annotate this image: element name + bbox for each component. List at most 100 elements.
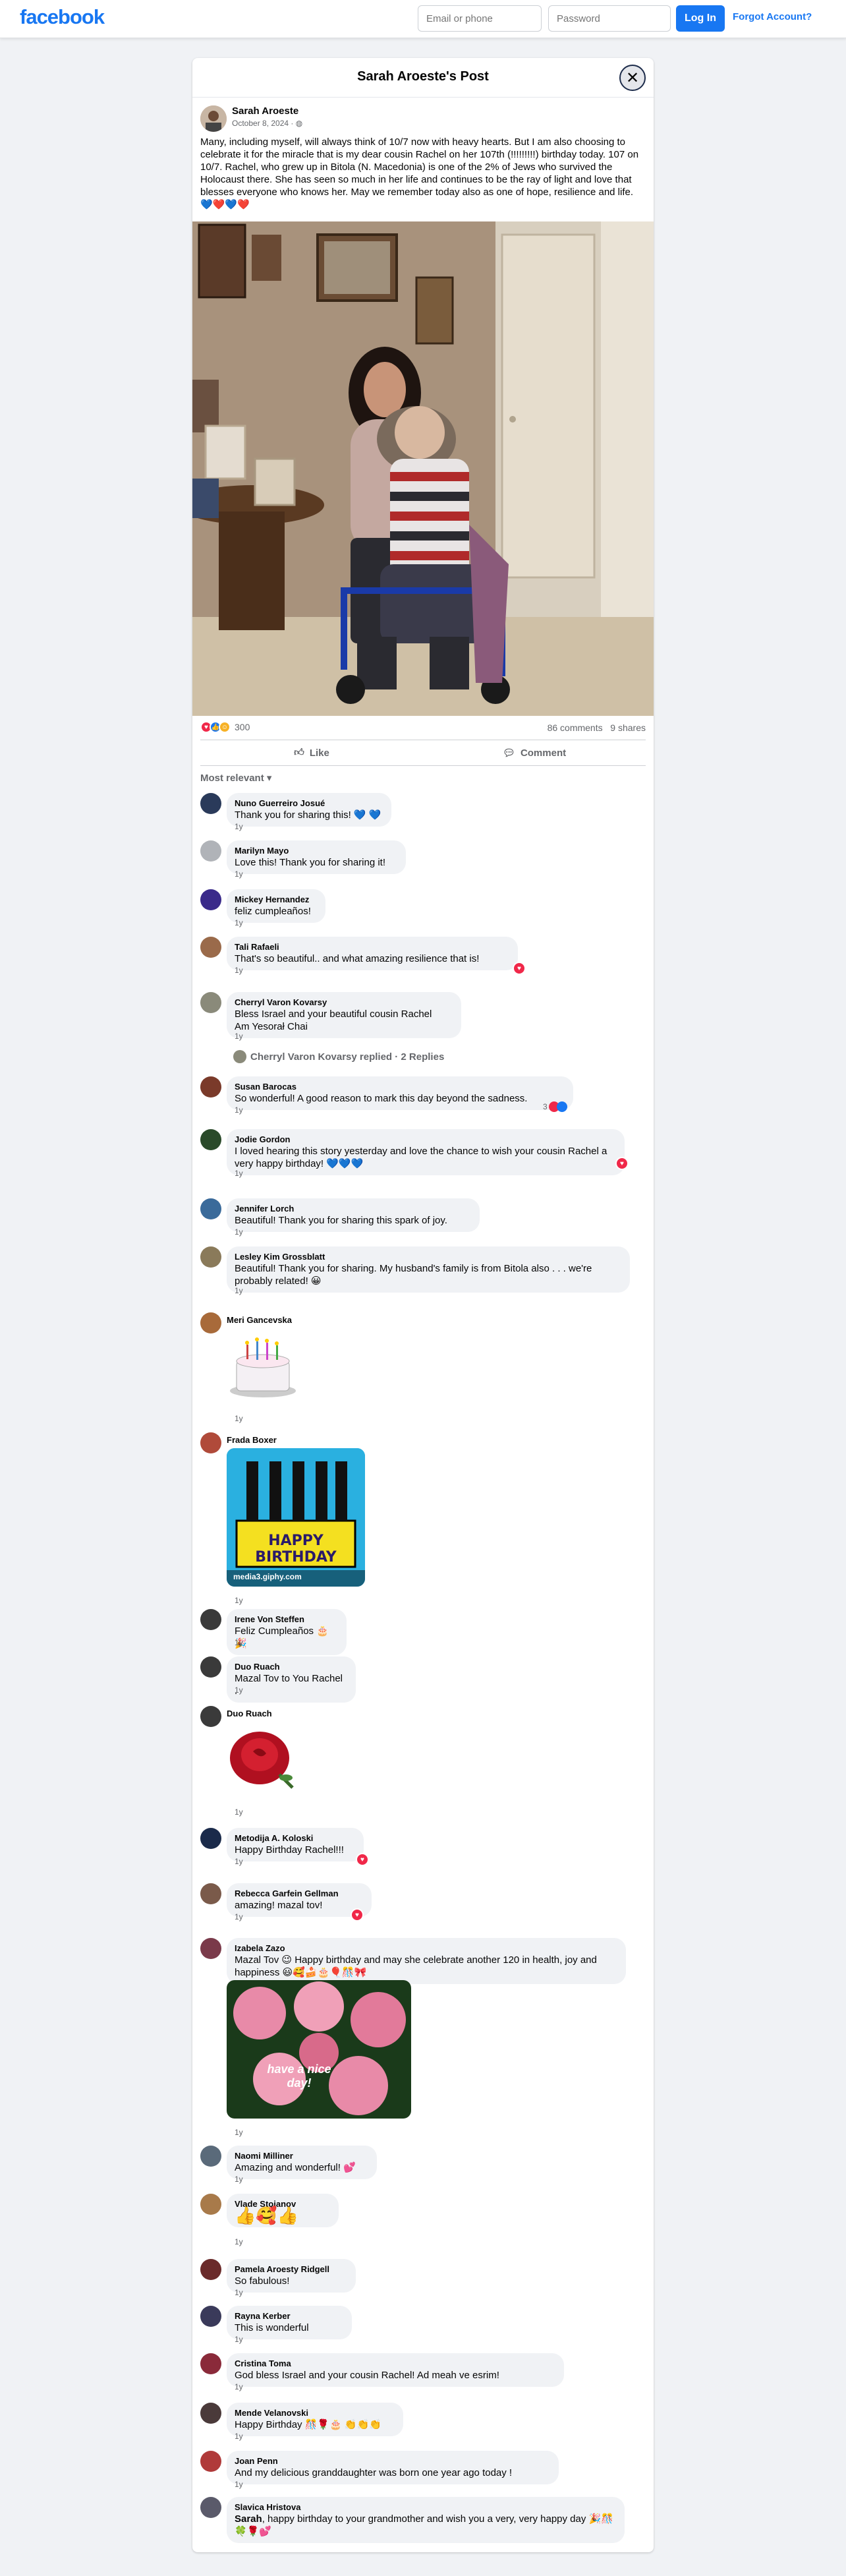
mention[interactable]: Sarah [235, 2513, 262, 2525]
commenter-avatar[interactable] [200, 2403, 221, 2424]
commenter-avatar[interactable] [200, 1609, 221, 1630]
comment-timestamp[interactable]: 1y [235, 1414, 243, 1423]
comment-timestamp[interactable]: 1y [235, 822, 243, 831]
comment-timestamp[interactable]: 1y [235, 1286, 243, 1295]
comment-timestamp[interactable]: 1y [235, 1685, 243, 1695]
commenter-name[interactable]: Nuno Guerreiro Josué [235, 798, 383, 809]
like-button[interactable]: 👍︎ Like [200, 740, 423, 765]
birthday-cake-sticker[interactable] [227, 1328, 299, 1404]
commenter-avatar[interactable] [200, 1076, 221, 1098]
comment-timestamp[interactable]: 1y [235, 2175, 243, 2184]
comment-timestamp[interactable]: 1y [235, 1638, 243, 1647]
comment-timestamp[interactable]: 1y [235, 1912, 243, 1921]
comment-timestamp[interactable]: 1y [235, 2128, 243, 2137]
commenter-name[interactable]: Meri Gancevska [227, 1315, 332, 1326]
author-name[interactable]: Sarah Aroeste [232, 105, 298, 117]
commenter-avatar[interactable] [200, 889, 221, 910]
commenter-name[interactable]: Izabela Zazo [235, 1943, 618, 1954]
comment-timestamp[interactable]: 1y [235, 966, 243, 975]
love-reaction-icon[interactable]: ♥ [351, 1908, 364, 1921]
flowers-image[interactable]: have a nice day! [227, 1980, 411, 2119]
commenter-avatar[interactable] [200, 2259, 221, 2280]
commenter-avatar[interactable] [200, 2353, 221, 2374]
comment-button[interactable]: 💬︎ Comment [423, 740, 646, 765]
love-reaction-icon[interactable]: ♥ [356, 1853, 369, 1866]
commenter-avatar[interactable] [200, 1706, 221, 1727]
comment-timestamp[interactable]: 1y [235, 1857, 243, 1866]
commenter-name[interactable]: Tali Rafaeli [235, 942, 510, 952]
forgot-account-link[interactable]: Forgot Account? [733, 11, 812, 22]
commenter-name[interactable]: Joan Penn [235, 2456, 551, 2467]
author-avatar[interactable] [200, 105, 227, 132]
comment-timestamp[interactable]: 1y [235, 2335, 243, 2344]
commenter-name[interactable]: Marilyn Mayo [235, 846, 398, 856]
commenter-name[interactable]: Metodija A. Koloski [235, 1833, 356, 1844]
love-reaction-icon[interactable]: ♥ [615, 1157, 629, 1170]
close-button[interactable]: ✕ [619, 65, 646, 91]
rose-sticker[interactable] [227, 1722, 299, 1798]
commenter-avatar[interactable] [200, 1312, 221, 1333]
comment-timestamp[interactable]: 1y [235, 2432, 243, 2441]
commenter-name[interactable]: Irene Von Steffen [235, 1614, 339, 1625]
commenter-name[interactable]: Duo Ruach [227, 1709, 319, 1719]
comment-timestamp[interactable]: 1y [235, 2480, 243, 2489]
shares-count[interactable]: 9 shares [610, 722, 646, 733]
comments-count[interactable]: 86 comments [548, 722, 603, 733]
commenter-avatar[interactable] [200, 1656, 221, 1678]
commenter-name[interactable]: Naomi Milliner [235, 2151, 369, 2161]
comment-timestamp[interactable]: 1y [235, 1032, 243, 1041]
comment-sort-dropdown[interactable]: Most relevant ▾ [200, 772, 271, 784]
comment-timestamp[interactable]: 1y [235, 2288, 243, 2297]
comment-timestamp[interactable]: 1y [235, 2237, 243, 2246]
commenter-name[interactable]: Mickey Hernandez [235, 894, 318, 905]
comment-timestamp[interactable]: 1y [235, 1105, 243, 1115]
comment-timestamp[interactable]: 1y [235, 1807, 243, 1817]
login-button[interactable]: Log In [676, 5, 725, 32]
commenter-avatar[interactable] [200, 1432, 221, 1453]
comment-timestamp[interactable]: 1y [235, 1169, 243, 1178]
commenter-name[interactable]: Lesley Kim Grossblatt [235, 1252, 622, 1262]
view-replies-link[interactable]: Cherryl Varon Kovarsy replied · 2 Replie… [233, 1050, 444, 1063]
password-input[interactable] [548, 5, 671, 32]
commenter-avatar[interactable] [200, 1246, 221, 1268]
commenter-avatar[interactable] [200, 793, 221, 814]
commenter-avatar[interactable] [200, 1198, 221, 1219]
commenter-avatar[interactable] [200, 1938, 221, 1959]
comment-timestamp[interactable]: 1y [235, 869, 243, 879]
commenter-avatar[interactable] [200, 1828, 221, 1849]
commenter-avatar[interactable] [200, 2194, 221, 2215]
comment-reactions[interactable]: 3 [543, 1101, 567, 1112]
post-date[interactable]: October 8, 2024 · ◍ [232, 119, 302, 128]
commenter-avatar[interactable] [200, 2497, 221, 2518]
comment-timestamp[interactable]: 1y [235, 918, 243, 927]
commenter-avatar[interactable] [200, 2451, 221, 2472]
commenter-name[interactable]: Mende Velanovski [235, 2408, 395, 2418]
commenter-avatar[interactable] [200, 1129, 221, 1150]
comment-timestamp[interactable]: 1y [235, 1227, 243, 1237]
commenter-name[interactable]: Pamela Aroesty Ridgell [235, 2264, 348, 2275]
commenter-avatar[interactable] [200, 992, 221, 1013]
facebook-logo[interactable]: facebook [20, 5, 105, 29]
email-input[interactable] [418, 5, 542, 32]
reactions-summary[interactable]: ♥ 👍 ☺ 300 [200, 721, 250, 733]
commenter-name[interactable]: Rayna Kerber [235, 2311, 344, 2322]
commenter-name[interactable]: Slavica Hristova [235, 2502, 617, 2513]
comment-timestamp[interactable]: 1y [235, 1596, 243, 1605]
commenter-name[interactable]: Rebecca Garfein Gellman [235, 1888, 364, 1899]
comment-timestamp[interactable]: 1y [235, 2382, 243, 2391]
commenter-avatar[interactable] [200, 937, 221, 958]
commenter-avatar[interactable] [200, 1883, 221, 1904]
commenter-avatar[interactable] [200, 2306, 221, 2327]
commenter-name[interactable]: Frada Boxer [227, 1435, 339, 1446]
commenter-avatar[interactable] [200, 840, 221, 862]
love-reaction-icon[interactable]: ♥ [513, 962, 526, 975]
commenter-name[interactable]: Jodie Gordon [235, 1134, 617, 1145]
post-photo[interactable] [192, 221, 654, 716]
commenter-name[interactable]: Duo Ruach [235, 1662, 348, 1672]
commenter-name[interactable]: Cristina Toma [235, 2358, 556, 2369]
commenter-name[interactable]: Cherryl Varon Kovarsy [235, 997, 453, 1008]
commenter-name[interactable]: Jennifer Lorch [235, 1204, 472, 1214]
birthday-gif[interactable]: HAPPY BIRTHDAY media3.giphy.com [227, 1448, 365, 1587]
commenter-name[interactable]: Susan Barocas [235, 1082, 565, 1092]
commenter-avatar[interactable] [200, 2146, 221, 2167]
